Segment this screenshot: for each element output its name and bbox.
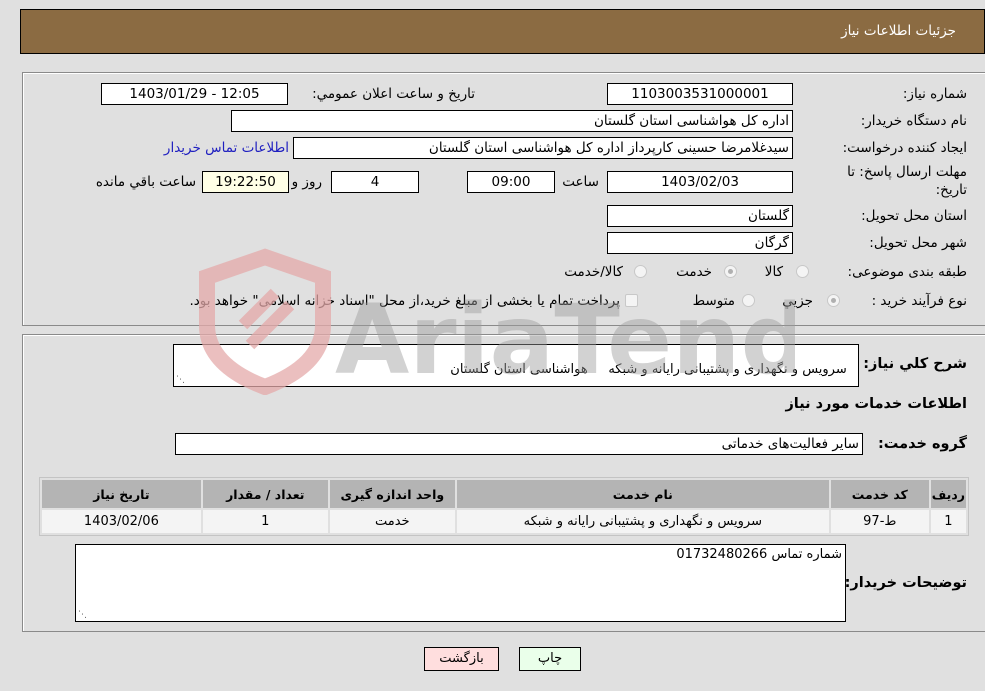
purchase-type-option-medium: متوسط: [692, 293, 735, 309]
buyer-org-label: نام دستگاه خریدار:: [860, 113, 967, 129]
resize-grip-icon[interactable]: ⋰: [78, 610, 87, 620]
col-header-row-number: ردیف: [930, 480, 966, 508]
deadline-label-date: تاریخ:: [935, 182, 967, 198]
summary-text: سرویس و نگهداری و پشتیبانی رایانه و شبکه…: [450, 362, 847, 377]
cell-quantity: 1: [202, 510, 328, 533]
print-button[interactable]: چاپ: [519, 647, 581, 671]
summary-textarea[interactable]: سرویس و نگهداری و پشتیبانی رایانه و شبکه…: [173, 344, 859, 387]
page-header: جزئیات اطلاعات نیاز: [20, 9, 985, 54]
creator-label: ایجاد کننده درخواست:: [842, 140, 967, 156]
treasury-checkbox-label: پرداخت تمام یا بخشی از مبلغ خرید،از محل …: [189, 293, 620, 309]
treasury-checkbox[interactable]: [625, 294, 638, 307]
category-option-service: خدمت: [676, 264, 712, 280]
back-button[interactable]: بازگشت: [424, 647, 499, 671]
delivery-city-field: گرگان: [607, 232, 793, 254]
purchase-type-label: نوع فرآیند خرید :: [871, 293, 967, 309]
delivery-city-label: شهر محل تحویل:: [869, 235, 967, 251]
need-number-label: شماره نیاز:: [902, 86, 967, 102]
deadline-label: مهلت ارسال پاسخ: تا: [847, 164, 967, 180]
buyer-notes-textarea[interactable]: شماره تماس 01732480266 ⋰: [75, 544, 846, 622]
announce-datetime-field: 1403/01/29 - 12:05: [101, 83, 288, 105]
purchase-type-radio-minor[interactable]: [827, 294, 840, 307]
cell-service-code: ط-97: [830, 510, 929, 533]
page-title: جزئیات اطلاعات نیاز: [841, 23, 956, 39]
category-option-goods-service: کالا/خدمت: [564, 264, 623, 280]
col-header-need-date: تاریخ نیاز: [42, 480, 201, 508]
table-row: 1 ط-97 سرویس و نگهداری و پشتیبانی رایانه…: [42, 510, 966, 533]
cell-row-number: 1: [930, 510, 966, 533]
service-group-label: گروه خدمت:: [877, 436, 967, 452]
cell-need-date: 1403/02/06: [42, 510, 201, 533]
time-remaining-field: 19:22:50: [202, 171, 289, 193]
delivery-province-field: گلستان: [607, 205, 793, 227]
purchase-type-radio-medium[interactable]: [742, 294, 755, 307]
service-group-field: سایر فعالیت‌های خدماتی: [175, 433, 863, 455]
col-header-quantity: تعداد / مقدار: [202, 480, 328, 508]
need-number-field: 1103003531000001: [607, 83, 793, 105]
buyer-notes-label: توضیحات خریدار:: [844, 575, 967, 591]
cell-service-name: سرویس و نگهداری و پشتیبانی رایانه و شبکه: [456, 510, 829, 533]
category-radio-service[interactable]: [724, 265, 737, 278]
category-label: طبقه بندی موضوعی:: [847, 264, 967, 280]
category-radio-goods-service[interactable]: [634, 265, 647, 278]
col-header-service-code: کد خدمت: [830, 480, 929, 508]
deadline-time-label: ساعت: [562, 174, 599, 190]
deadline-time-field: 09:00: [467, 171, 555, 193]
cell-unit: خدمت: [329, 510, 455, 533]
deadline-date-field: 1403/02/03: [607, 171, 793, 193]
summary-label: شرح کلي نیاز:: [863, 356, 967, 372]
category-option-goods: کالا: [764, 264, 783, 280]
buyer-contact-link[interactable]: اطلاعات تماس خریدار: [164, 140, 289, 156]
resize-grip-icon[interactable]: ⋰: [176, 375, 185, 385]
category-radio-goods[interactable]: [796, 265, 809, 278]
services-table: ردیف کد خدمت نام خدمت واحد اندازه گیری ت…: [39, 477, 969, 536]
delivery-province-label: استان محل تحویل:: [861, 208, 967, 224]
table-header-row: ردیف کد خدمت نام خدمت واحد اندازه گیری ت…: [42, 480, 966, 508]
col-header-service-name: نام خدمت: [456, 480, 829, 508]
purchase-type-option-minor: جزيي: [782, 293, 813, 309]
col-header-unit: واحد اندازه گیری: [329, 480, 455, 508]
days-label: روز و: [291, 174, 322, 190]
days-remaining-field: 4: [331, 171, 419, 193]
time-remaining-label: ساعت باقي مانده: [95, 174, 196, 190]
creator-field: سیدغلامرضا حسینی کارپرداز اداره کل هواشن…: [293, 137, 793, 159]
buyer-org-field: اداره کل هواشناسی استان گلستان: [231, 110, 793, 132]
announce-datetime-label: تاریخ و ساعت اعلان عمومي:: [312, 86, 475, 102]
buyer-notes-text: شماره تماس 01732480266: [676, 547, 842, 562]
services-section-title: اطلاعات خدمات مورد نیاز: [785, 396, 967, 412]
